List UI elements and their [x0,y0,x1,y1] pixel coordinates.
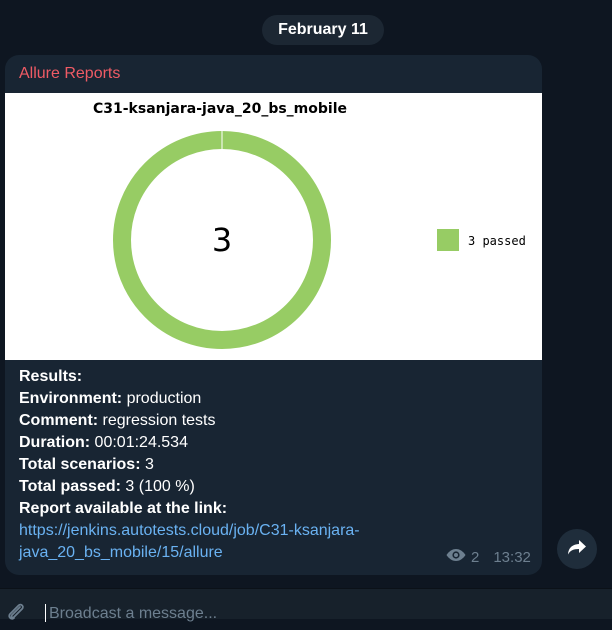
message-line: Report available at the link: [19,498,360,520]
message-line: Environment: production [19,388,360,410]
chart-center-label: 3 [212,221,232,259]
paperclip-icon[interactable] [4,601,28,630]
message-input[interactable]: Broadcast a message... [49,604,217,624]
sender-name[interactable]: Allure Reports [19,65,120,83]
message-time: 13:32 [493,548,531,566]
view-count: 2 [471,548,480,566]
message-line-label: Environment: [19,390,123,407]
message-composer: Broadcast a message... [0,588,612,622]
legend-label: 3 passed [468,234,526,248]
message-line: Total passed: 3 (100 %) [19,476,360,498]
donut-chart: C31-ksanjara-java_20_bs_mobile 3 3 passe… [93,101,526,349]
message-line-label: Duration: [19,434,91,451]
message-line: Duration: 00:01:24.534 [19,432,360,454]
message-meta: 2 13:32 [445,548,531,566]
share-arrow-icon [567,538,587,561]
message-line: Results: [19,366,360,388]
message-line: Comment: regression tests [19,410,360,432]
message-line: Total scenarios: 3 [19,454,360,476]
message-bubble: Allure Reports C31-ksanjara-java_20_bs_m… [5,55,542,575]
chart-title: C31-ksanjara-java_20_bs_mobile [93,101,347,117]
date-divider: February 11 [262,15,384,45]
message-line-value: production [122,390,202,407]
report-link[interactable]: java_20_bs_mobile/15/allure [19,542,360,564]
message-line-label: Comment: [19,412,99,429]
legend-swatch [437,229,459,251]
message-line-value: regression tests [98,412,216,429]
report-link[interactable]: https://jenkins.autotests.cloud/job/C31-… [19,520,360,542]
message-line-value: 00:01:24.534 [90,434,188,451]
message-line-label: Total scenarios: [19,456,141,473]
chart-image[interactable]: C31-ksanjara-java_20_bs_mobile 3 3 passe… [5,93,542,360]
message-line-label: Report available at the link: [19,500,228,517]
message-line-label: Results: [19,368,83,385]
chart-legend: 3 passed [437,229,526,251]
message-line-label: Total passed: [19,478,121,495]
message-line-value: 3 (100 %) [120,478,195,495]
share-button[interactable] [557,529,597,569]
text-cursor [45,604,46,622]
message-line-value: 3 [140,456,154,473]
eye-icon [445,548,467,566]
message-text: Results: Environment: production Comment: … [19,366,360,564]
